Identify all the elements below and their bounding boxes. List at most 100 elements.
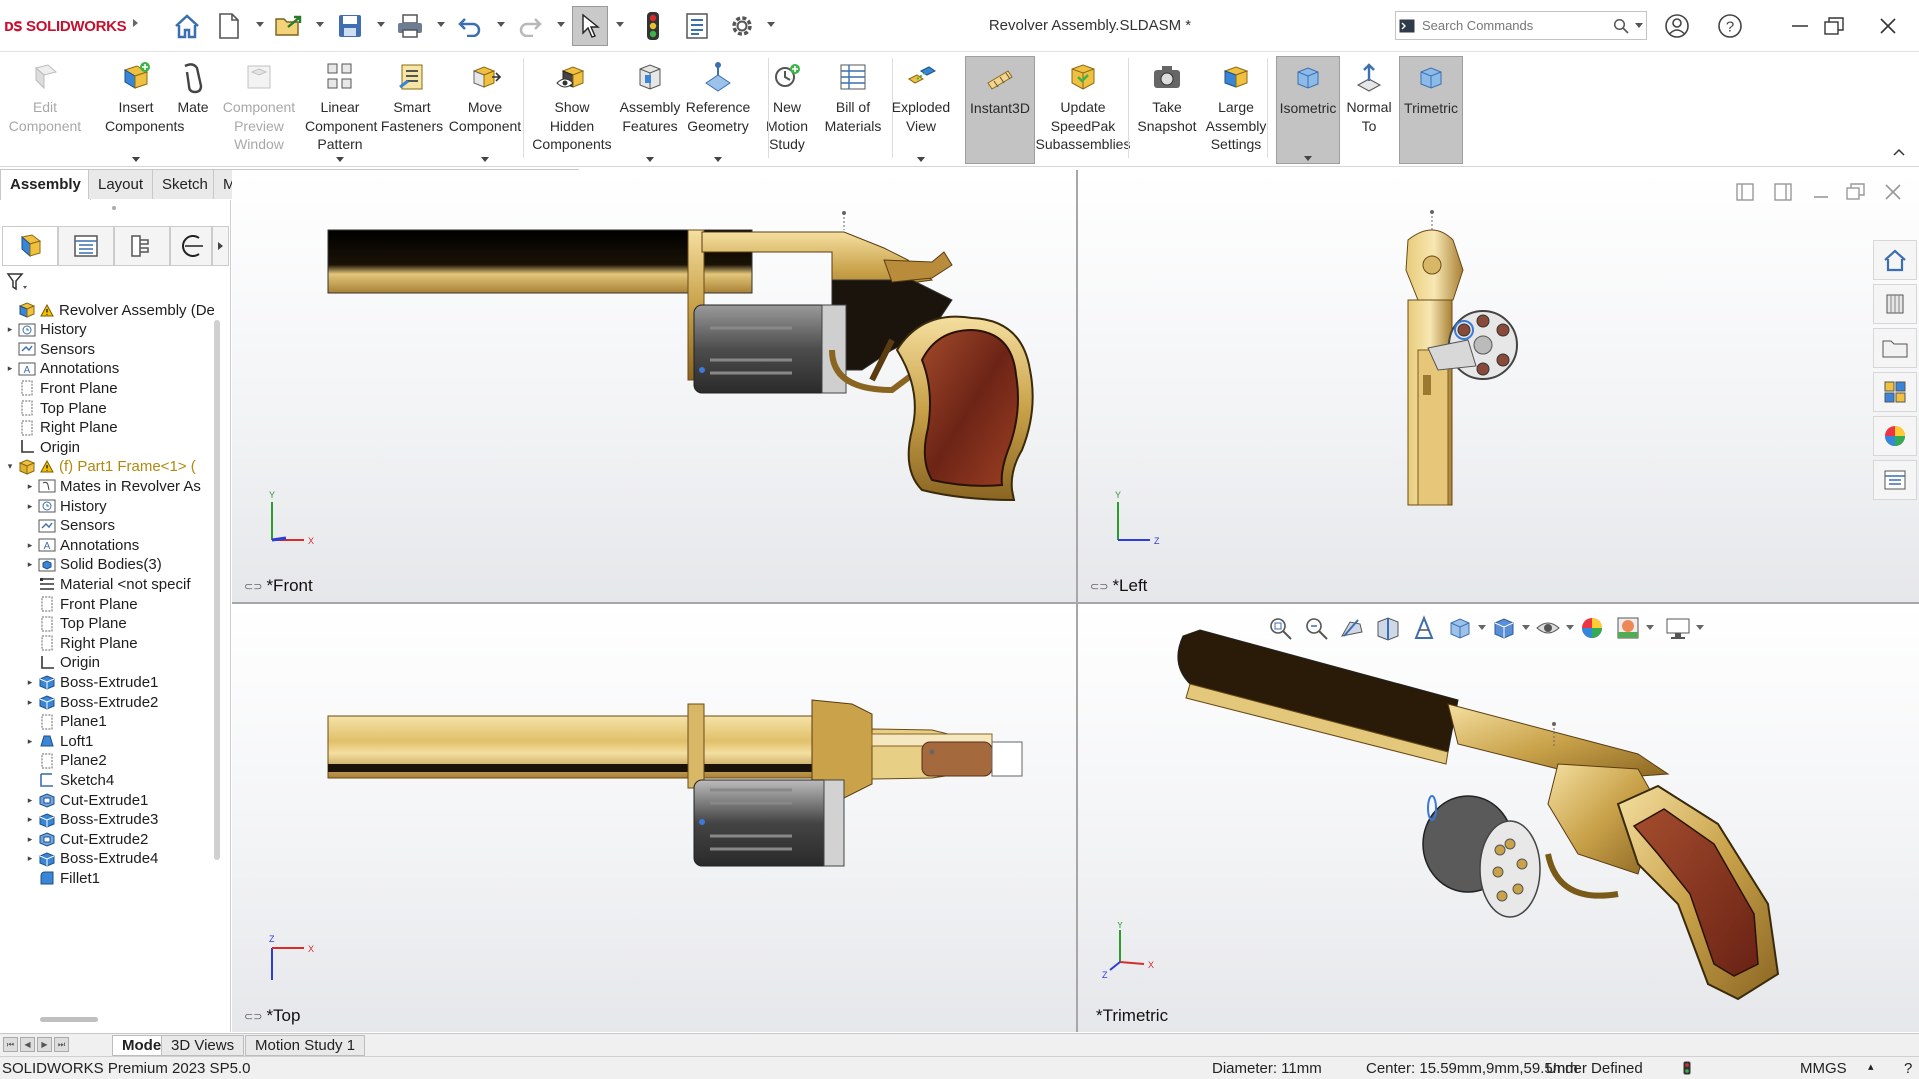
viewport-trimetric[interactable]: Y X Z *Trimetric bbox=[1078, 604, 1919, 1032]
tree-expand-toggle[interactable]: ▸ bbox=[24, 833, 36, 845]
previous-view-icon[interactable] bbox=[1338, 614, 1366, 642]
options-gear-icon[interactable] bbox=[725, 9, 759, 43]
appearances-scenes-tab[interactable] bbox=[1873, 416, 1917, 456]
redo-dropdown-caret[interactable] bbox=[557, 22, 565, 27]
collapse-viewport-left-icon[interactable] bbox=[1735, 182, 1755, 202]
collapse-viewport-right-icon[interactable] bbox=[1773, 182, 1793, 202]
bottom-tab-3d-views[interactable]: 3D Views bbox=[161, 1035, 245, 1056]
tree-expand-toggle[interactable]: ▸ bbox=[24, 559, 36, 571]
close-window-icon[interactable] bbox=[1871, 9, 1905, 43]
assembly-features-dropdown-caret[interactable] bbox=[646, 157, 654, 162]
unit-system[interactable]: MMGS bbox=[1800, 1060, 1847, 1077]
view-orientation-icon[interactable] bbox=[1446, 614, 1474, 642]
tree-expand-toggle[interactable]: ▸ bbox=[24, 814, 36, 826]
tab-layout[interactable]: Layout bbox=[88, 169, 154, 199]
move-component-button[interactable]: Move Component bbox=[447, 56, 523, 164]
viewport-top[interactable]: ZX ⊂⊃ *Top bbox=[232, 604, 1076, 1032]
search-commands-box[interactable]: Search Commands bbox=[1395, 11, 1647, 40]
rebuild-status-icon[interactable] bbox=[1683, 1061, 1691, 1075]
search-magnifier-icon[interactable] bbox=[1610, 18, 1632, 34]
smart-fasteners-button[interactable]: Smart Fasteners bbox=[380, 56, 444, 164]
view-palette-tab[interactable] bbox=[1873, 372, 1917, 412]
tree-item[interactable]: Fillet1 bbox=[24, 866, 100, 890]
reference-geometry-dropdown-caret[interactable] bbox=[714, 157, 722, 162]
edit-component-button[interactable]: Edit Component bbox=[0, 56, 90, 164]
assembly-features-button[interactable]: Assembly Features bbox=[618, 56, 682, 164]
linear-component-pattern-dropdown-caret[interactable] bbox=[336, 157, 344, 162]
reference-geometry-button[interactable]: Reference Geometry bbox=[684, 56, 752, 164]
select-pointer-icon[interactable] bbox=[572, 6, 608, 46]
custom-properties-tab[interactable] bbox=[1873, 460, 1917, 500]
restore-viewport-icon[interactable] bbox=[1845, 182, 1867, 202]
solidworks-resources-tab[interactable] bbox=[1873, 240, 1917, 280]
open-document-icon[interactable] bbox=[272, 9, 306, 43]
select-dropdown-caret[interactable] bbox=[616, 22, 624, 27]
next-tab-button[interactable]: ▶ bbox=[37, 1037, 52, 1052]
tree-expand-toggle[interactable]: ▸ bbox=[24, 480, 36, 492]
help-icon[interactable]: ? bbox=[1713, 9, 1747, 43]
apply-scene-icon[interactable] bbox=[1614, 614, 1642, 642]
take-snapshot-button[interactable]: Take Snapshot bbox=[1134, 56, 1200, 164]
file-properties-icon[interactable] bbox=[680, 9, 714, 43]
undo-dropdown-caret[interactable] bbox=[497, 22, 505, 27]
exploded-view-dropdown-caret[interactable] bbox=[917, 157, 925, 162]
minimize-window-icon[interactable] bbox=[1783, 9, 1817, 43]
zoom-to-fit-icon[interactable] bbox=[1266, 614, 1294, 642]
tree-expand-toggle[interactable]: ▸ bbox=[24, 539, 36, 551]
panel-grip[interactable] bbox=[112, 206, 116, 210]
tree-expand-toggle[interactable]: ▸ bbox=[4, 324, 16, 336]
tree-filter-icon[interactable] bbox=[6, 272, 30, 292]
close-viewport-icon[interactable] bbox=[1883, 182, 1903, 202]
print-dropdown-caret[interactable] bbox=[437, 22, 445, 27]
user-account-icon[interactable] bbox=[1660, 9, 1694, 43]
component-preview-window-button[interactable]: Component Preview Window bbox=[215, 56, 303, 164]
exploded-view-button[interactable]: Exploded View bbox=[890, 56, 952, 164]
redo-icon[interactable] bbox=[513, 9, 547, 43]
display-style-icon[interactable] bbox=[1490, 614, 1518, 642]
save-dropdown-caret[interactable] bbox=[377, 22, 385, 27]
tab-sketch[interactable]: Sketch bbox=[152, 169, 218, 199]
trimetric-button[interactable]: Trimetric bbox=[1399, 56, 1463, 164]
viewport-vertical-divider[interactable] bbox=[1076, 170, 1078, 1032]
tree-expand-toggle[interactable]: ▸ bbox=[4, 363, 16, 375]
apply-scene-dropdown[interactable] bbox=[1646, 625, 1654, 630]
dimxpert-manager-tab[interactable] bbox=[170, 226, 212, 266]
tree-expand-toggle[interactable]: ▸ bbox=[24, 500, 36, 512]
last-tab-button[interactable]: ⏭ bbox=[54, 1037, 69, 1052]
normal-to-button[interactable]: Normal To bbox=[1343, 56, 1395, 164]
hide-show-items-icon[interactable] bbox=[1534, 614, 1562, 642]
isometric-dropdown-caret[interactable] bbox=[1304, 156, 1312, 161]
options-dropdown-caret[interactable] bbox=[767, 22, 775, 27]
panel-tabs-scroll-right[interactable] bbox=[212, 226, 229, 266]
search-commands-input[interactable]: Search Commands bbox=[1418, 18, 1610, 33]
first-tab-button[interactable]: ⏮ bbox=[3, 1037, 18, 1052]
restore-window-icon[interactable] bbox=[1817, 9, 1851, 43]
tree-expand-toggle[interactable]: ▸ bbox=[24, 676, 36, 688]
tree-expand-toggle[interactable]: ▸ bbox=[24, 853, 36, 865]
hide-show-dropdown[interactable] bbox=[1566, 625, 1574, 630]
design-library-tab[interactable] bbox=[1873, 284, 1917, 324]
section-view-icon[interactable] bbox=[1374, 614, 1402, 642]
viewport-front[interactable]: YX ⊂⊃ *Front bbox=[232, 170, 1076, 602]
undo-icon[interactable] bbox=[453, 9, 487, 43]
property-manager-tab[interactable] bbox=[58, 226, 114, 266]
menu-expand-arrow-icon[interactable] bbox=[133, 19, 142, 27]
insert-components-dropdown-caret[interactable] bbox=[132, 157, 140, 162]
feature-tree-vertical-scrollbar[interactable] bbox=[214, 320, 220, 860]
display-style-dropdown[interactable] bbox=[1522, 625, 1530, 630]
bill-of-materials-button[interactable]: Bill of Materials bbox=[822, 56, 884, 164]
new-motion-study-button[interactable]: New Motion Study bbox=[758, 56, 816, 164]
tree-expand-toggle[interactable]: ▸ bbox=[24, 735, 36, 747]
tree-expand-toggle[interactable]: ▸ bbox=[24, 794, 36, 806]
print-icon[interactable] bbox=[393, 9, 427, 43]
save-icon[interactable] bbox=[333, 9, 367, 43]
solidworks-logo[interactable]: ᴅꜱ SOLIDWORKS bbox=[4, 15, 127, 37]
unit-system-caret[interactable]: ▴ bbox=[1868, 1060, 1874, 1073]
isometric-button[interactable]: Isometric bbox=[1276, 56, 1340, 164]
insert-components-button[interactable]: Insert Components bbox=[105, 56, 184, 164]
edit-appearance-icon[interactable] bbox=[1578, 614, 1606, 642]
new-dropdown-caret[interactable] bbox=[256, 22, 264, 27]
feature-manager-tab[interactable] bbox=[2, 226, 58, 266]
status-help-icon[interactable]: ? bbox=[1904, 1060, 1912, 1077]
update-speedpak-subassemblies-button[interactable]: Update SpeedPak Subassemblies bbox=[1035, 56, 1131, 164]
